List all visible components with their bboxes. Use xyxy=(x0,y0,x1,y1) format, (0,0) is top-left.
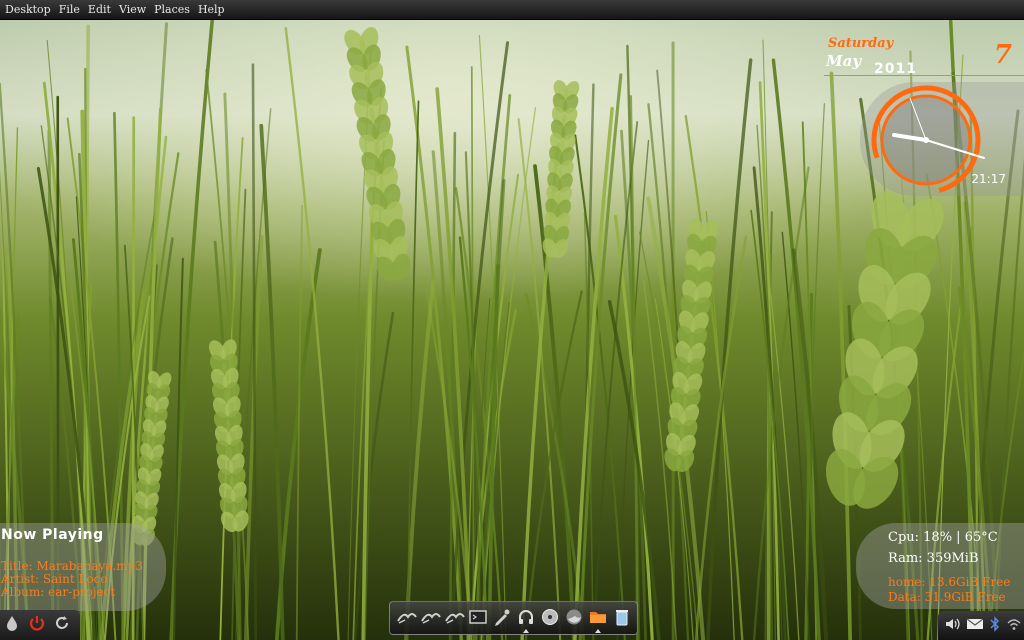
drop-icon[interactable] xyxy=(2,613,22,633)
menu-places[interactable]: Places xyxy=(150,3,194,16)
menu-file[interactable]: File xyxy=(55,3,84,16)
menu-desktop[interactable]: Desktop xyxy=(0,3,55,16)
trash-icon[interactable] xyxy=(612,607,632,627)
headphones-icon[interactable] xyxy=(516,607,536,627)
mailer-icon-1[interactable] xyxy=(396,607,417,627)
analog-clock xyxy=(871,85,985,195)
terminal-icon[interactable] xyxy=(468,607,488,627)
menu-help[interactable]: Help xyxy=(194,3,229,16)
pen-icon[interactable] xyxy=(492,607,512,627)
bluetooth-icon[interactable] xyxy=(988,616,1002,636)
track-album: Album: ear-project xyxy=(1,585,116,599)
clock-widget: Saturday May 2011 7 21:17 xyxy=(794,30,1024,200)
now-playing-heading: Now Playing xyxy=(1,527,104,543)
month-name: May xyxy=(826,52,862,70)
firefox-icon[interactable] xyxy=(564,607,584,627)
volume-icon[interactable] xyxy=(944,616,962,636)
mailer-icon-2[interactable] xyxy=(420,607,441,627)
running-indicator xyxy=(523,629,529,633)
dock xyxy=(389,601,638,635)
system-tray xyxy=(938,611,1024,640)
data-disk-readout: Data: 31.9GiB Free xyxy=(888,590,1006,604)
day-number: 7 xyxy=(993,40,1012,70)
power-icon[interactable] xyxy=(27,613,47,633)
folder-icon[interactable] xyxy=(588,607,608,627)
menu-view[interactable]: View xyxy=(115,3,150,16)
digital-time: 21:17 xyxy=(971,172,1006,186)
network-icon[interactable] xyxy=(1006,616,1022,636)
day-name: Saturday xyxy=(828,36,894,51)
disc-icon[interactable] xyxy=(540,607,560,627)
menu-edit[interactable]: Edit xyxy=(84,3,115,16)
bottom-left-panel xyxy=(0,610,80,640)
mail-icon[interactable] xyxy=(966,616,984,636)
refresh-icon[interactable] xyxy=(52,613,72,633)
date-divider xyxy=(824,75,1024,76)
home-disk-readout: home: 13.6GiB Free xyxy=(888,575,1011,589)
cpu-readout: Cpu: 18% | 65°C xyxy=(888,530,998,545)
top-panel: Desktop File Edit View Places Help xyxy=(0,0,1024,20)
running-indicator xyxy=(595,629,601,633)
ram-readout: Ram: 359MiB xyxy=(888,551,979,566)
mailer-icon-3[interactable] xyxy=(444,607,465,627)
